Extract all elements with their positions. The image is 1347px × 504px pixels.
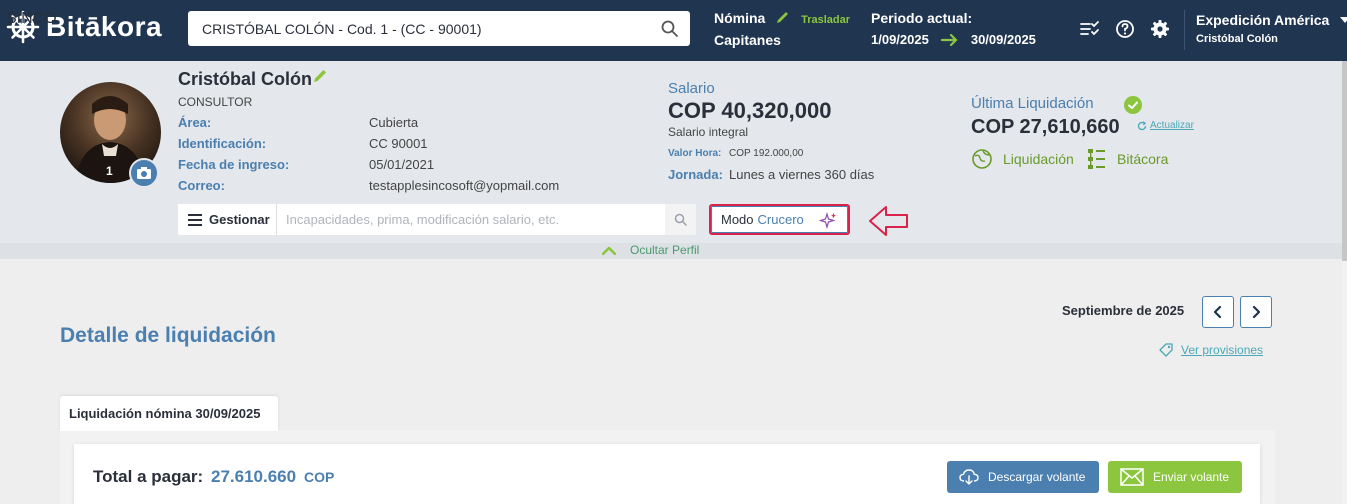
edit-pencil-icon[interactable] — [312, 68, 328, 84]
camera-icon — [137, 167, 151, 179]
identificacion-value: CC 90001 — [369, 136, 428, 151]
gestionar-search-input[interactable] — [277, 204, 657, 235]
trasladar-link[interactable]: Trasladar — [801, 14, 850, 26]
previous-period-button[interactable] — [1202, 296, 1234, 328]
bitacora-link[interactable]: Bitácora — [1087, 148, 1168, 170]
salario-value: COP 40,320,000 — [668, 98, 832, 123]
gestionar-label: Gestionar — [209, 212, 270, 227]
jornada-value: Lunes a viernes 360 días — [729, 167, 875, 182]
gestionar-button[interactable]: Gestionar — [178, 204, 277, 235]
gear-icon[interactable] — [1150, 19, 1170, 39]
change-photo-button[interactable] — [129, 158, 159, 188]
help-icon[interactable] — [1115, 19, 1135, 39]
salario-type: Salario integral — [668, 125, 749, 139]
nomina-block: Nómina Trasladar Capitanes — [714, 10, 850, 48]
chevron-left-icon — [1213, 306, 1222, 318]
payroll-group: Capitanes — [714, 32, 781, 48]
chevron-right-icon — [1252, 306, 1261, 318]
valor-hora-label: Valor Hora: — [668, 148, 722, 159]
top-bar: Bitākora SINCO CRISTÓBAL COLÓN - Cod. 1 … — [0, 0, 1347, 61]
sparkles-icon — [819, 212, 836, 230]
pencil-icon[interactable] — [775, 11, 791, 25]
total-label: Total a pagar: — [93, 467, 204, 486]
employee-search[interactable]: CRISTÓBAL COLÓN - Cod. 1 - (CC - 90001) — [188, 11, 690, 46]
search-icon — [674, 213, 687, 226]
ultima-liquidacion-label: Última Liquidación — [971, 95, 1094, 112]
red-arrow-icon — [869, 206, 908, 236]
actualizar-link[interactable]: Actualizar — [1137, 120, 1194, 131]
logo-text: Bitākora — [46, 11, 163, 42]
current-user: Cristóbal Colón — [1196, 33, 1278, 45]
descargar-volante-button[interactable]: Descargar volante — [947, 461, 1099, 493]
page-title: Detalle de liquidación — [60, 324, 276, 347]
search-icon[interactable] — [661, 20, 678, 37]
envelope-icon — [1120, 468, 1144, 486]
checklist-icon[interactable] — [1080, 19, 1100, 39]
tab-liquidacion[interactable]: Liquidación nómina 30/09/2025 — [60, 396, 278, 431]
area-label: Área: — [178, 115, 212, 130]
area-value: Cubierta — [369, 115, 419, 130]
fecha-ingreso-value: 05/01/2021 — [369, 157, 435, 172]
nomina-label: Nómina — [714, 10, 766, 26]
correo-label: Correo: — [178, 178, 225, 193]
employee-role: CONSULTOR — [178, 95, 253, 109]
periodo-block: Periodo actual: 1/09/2025 30/09/2025 — [871, 10, 1036, 47]
periodo-start: 1/09/2025 — [871, 32, 929, 47]
hamburger-icon — [188, 213, 202, 226]
enviar-volante-label: Enviar volante — [1153, 470, 1230, 484]
ultima-liquidacion-value: COP 27,610,660 — [971, 116, 1120, 138]
cloud-download-icon — [959, 469, 979, 485]
avatar-number: 1 — [106, 164, 113, 178]
bitacora-label: Bitácora — [1117, 151, 1169, 167]
caret-down-icon[interactable] — [1340, 17, 1347, 23]
employee-name: Cristóbal Colón — [178, 69, 312, 89]
ver-provisiones-link[interactable]: Ver provisiones — [1158, 342, 1263, 358]
globe-icon — [972, 149, 992, 169]
valor-hora-value: COP 192.000,00 — [729, 148, 804, 159]
scrollbar-thumb[interactable] — [1342, 61, 1347, 261]
identificacion-label: Identificación: — [178, 136, 267, 151]
company-name: Expedición América — [1196, 12, 1330, 28]
liquidacion-link[interactable]: Liquidación — [971, 148, 1074, 170]
logo-subtitle: SINCO — [6, 10, 57, 27]
enviar-volante-button[interactable]: Enviar volante — [1108, 461, 1242, 493]
modo-crucero-button[interactable]: Modo Crucero — [709, 204, 850, 235]
total-value: 27.610.660 — [211, 467, 297, 486]
periodo-end: 30/09/2025 — [970, 32, 1036, 47]
chevron-up-icon — [602, 246, 616, 255]
total-currency: COP — [304, 469, 335, 485]
ocultar-perfil-toggle[interactable]: Ocultar Perfil — [602, 243, 699, 257]
gestionar-search-button[interactable] — [665, 204, 696, 235]
arrow-right-icon — [940, 33, 957, 46]
modo-crucero-word1: Modo — [721, 212, 754, 227]
refresh-icon — [1137, 120, 1147, 130]
ver-provisiones-label: Ver provisiones — [1181, 343, 1264, 357]
fecha-ingreso-label: Fecha de ingreso: — [178, 157, 290, 172]
current-period: Septiembre de 2025 — [1062, 303, 1185, 318]
liquidacion-label: Liquidación — [1003, 151, 1074, 167]
tag-icon — [1159, 343, 1173, 357]
next-period-button[interactable] — [1240, 296, 1272, 328]
periodo-label: Periodo actual: — [871, 10, 973, 26]
ocultar-perfil-label: Ocultar Perfil — [630, 243, 700, 257]
salario-label: Salario — [668, 80, 715, 97]
employee-search-value: CRISTÓBAL COLÓN - Cod. 1 - (CC - 90001) — [202, 21, 482, 37]
timeline-list-icon — [1088, 149, 1105, 169]
actualizar-label: Actualizar — [1150, 120, 1194, 131]
jornada-label: Jornada: — [668, 167, 723, 182]
modo-crucero-word2: Crucero — [757, 212, 804, 227]
gestionar-search[interactable] — [277, 204, 665, 235]
check-circle-icon — [1124, 96, 1142, 114]
company-selector[interactable]: Expedición América Cristóbal Colón — [1196, 12, 1347, 45]
descargar-volante-label: Descargar volante — [988, 470, 1086, 484]
topbar-divider — [1184, 10, 1185, 50]
correo-value: testapplesincosoft@yopmail.com — [369, 178, 560, 193]
